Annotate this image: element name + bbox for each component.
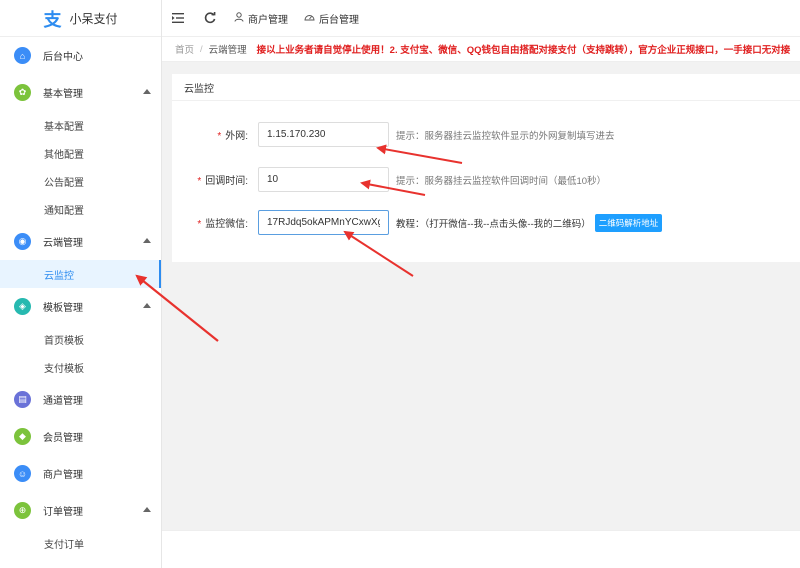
field-label: 回调时间: xyxy=(205,176,248,187)
panel-title: 云监控 xyxy=(172,74,800,101)
home-icon: ⌂ xyxy=(14,47,31,64)
sidebar-subitem-cloud-monitor[interactable]: 云监控 xyxy=(0,260,161,288)
user-icon xyxy=(234,11,244,25)
breadcrumb-home[interactable]: 首页 xyxy=(175,42,194,56)
sidebar-subitem-notice-config[interactable]: 公告配置 xyxy=(0,167,161,195)
sidebar-item-label: 模板管理 xyxy=(43,303,83,314)
sidebar-subitem-basic-config[interactable]: 基本配置 xyxy=(0,111,161,139)
user-icon: ☺ xyxy=(14,465,31,482)
cart-icon: ⊕ xyxy=(14,502,31,519)
field-hint: 教程：（打开微信--我--点击头像--我的二维码） xyxy=(396,218,591,230)
tab-merchant[interactable]: 商户管理 xyxy=(226,0,296,37)
required-mark: * xyxy=(197,219,202,230)
cloud-monitor-panel: 云监控 *外网: 提示：服务器挂云监控软件显示的外网复制填写进去 *回调时间: … xyxy=(172,74,800,262)
sidebar-item-channel[interactable]: ▤ 通道管理 xyxy=(0,381,161,418)
top-bar: 商户管理 后台管理 xyxy=(162,0,800,37)
sidebar: 支 小呆支付 ⌂ 后台中心 ✿ 基本管理 基本配置 其他配置 公告配置 通知配置… xyxy=(0,0,162,568)
dashboard-icon xyxy=(304,12,315,25)
diamond-icon: ◆ xyxy=(14,428,31,445)
qr-parse-button[interactable]: 二维码解析地址 xyxy=(594,213,663,232)
field-label: 监控微信: xyxy=(205,219,248,230)
callback-time-input[interactable] xyxy=(258,167,389,192)
sidebar-item-merchant[interactable]: ☺ 商户管理 xyxy=(0,455,161,492)
menu-fold-icon[interactable] xyxy=(162,0,194,37)
breadcrumb: 首页 / 云端管理 接以上业务者请自觉停止使用！2. 支付宝、微信、QQ钱包自由… xyxy=(162,37,800,62)
tab-label: 后台管理 xyxy=(319,14,359,26)
extranet-input[interactable] xyxy=(258,122,389,147)
main-content: 云监控 *外网: 提示：服务器挂云监控软件显示的外网复制填写进去 *回调时间: … xyxy=(162,62,800,530)
sidebar-subitem-pay-orders[interactable]: 支付订单 xyxy=(0,529,161,557)
caret-up-icon xyxy=(143,507,151,512)
sidebar-item-label: 后台中心 xyxy=(43,52,83,63)
sidebar-item-label: 通道管理 xyxy=(43,396,83,407)
refresh-icon[interactable] xyxy=(194,0,226,37)
cloud-icon: ◉ xyxy=(14,233,31,250)
field-label: 外网: xyxy=(225,131,248,142)
sidebar-item-label: 商户管理 xyxy=(43,470,83,481)
form-row-wechat: *监控微信: 教程：（打开微信--我--点击头像--我的二维码） 二维码解析地址 xyxy=(172,210,663,235)
sidebar-item-order[interactable]: ⊕ 订单管理 xyxy=(0,492,161,529)
sidebar-item-dashboard[interactable]: ⌂ 后台中心 xyxy=(0,37,161,74)
gear-icon: ✿ xyxy=(14,84,31,101)
layers-icon: ◈ xyxy=(14,298,31,315)
required-mark: * xyxy=(217,131,222,142)
caret-up-icon xyxy=(143,303,151,308)
sidebar-item-label: 会员管理 xyxy=(43,433,83,444)
sidebar-subitem-notify-config[interactable]: 通知配置 xyxy=(0,195,161,223)
field-hint: 提示：服务器挂云监控软件回调时间（最低10秒） xyxy=(396,175,607,187)
required-mark: * xyxy=(197,176,202,187)
sidebar-item-label: 基本管理 xyxy=(43,89,83,100)
footer-strip xyxy=(162,530,800,568)
form-row-extranet: *外网: 提示：服务器挂云监控软件显示的外网复制填写进去 xyxy=(172,122,615,147)
breadcrumb-separator: / xyxy=(200,43,203,55)
sidebar-subitem-home-template[interactable]: 首页模板 xyxy=(0,325,161,353)
tab-label: 商户管理 xyxy=(248,14,288,26)
field-hint: 提示：服务器挂云监控软件显示的外网复制填写进去 xyxy=(396,130,615,142)
sidebar-item-label: 云端管理 xyxy=(43,238,83,249)
sidebar-menu: ⌂ 后台中心 ✿ 基本管理 基本配置 其他配置 公告配置 通知配置 ◉ 云端管理… xyxy=(0,37,161,557)
sidebar-subitem-pay-template[interactable]: 支付模板 xyxy=(0,353,161,381)
channel-icon: ▤ xyxy=(14,391,31,408)
sidebar-item-cloud[interactable]: ◉ 云端管理 xyxy=(0,223,161,260)
form-row-callback: *回调时间: 提示：服务器挂云监控软件回调时间（最低10秒） xyxy=(172,167,606,192)
brand-name: 小呆支付 xyxy=(69,11,118,26)
notice-marquee: 接以上业务者请自觉停止使用！2. 支付宝、微信、QQ钱包自由搭配对接支付（支持跳… xyxy=(256,45,791,56)
tab-admin[interactable]: 后台管理 xyxy=(296,0,367,37)
sidebar-item-member[interactable]: ◆ 会员管理 xyxy=(0,418,161,455)
breadcrumb-current: 云端管理 xyxy=(208,45,247,56)
sidebar-item-label: 订单管理 xyxy=(43,507,83,518)
caret-up-icon xyxy=(143,89,151,94)
sidebar-item-basic[interactable]: ✿ 基本管理 xyxy=(0,74,161,111)
brand-logo[interactable]: 支 小呆支付 xyxy=(0,0,161,37)
monitor-wechat-input[interactable] xyxy=(258,210,389,235)
logo-icon: 支 xyxy=(43,10,62,31)
sidebar-item-template[interactable]: ◈ 模板管理 xyxy=(0,288,161,325)
caret-up-icon xyxy=(143,238,151,243)
sidebar-subitem-other-config[interactable]: 其他配置 xyxy=(0,139,161,167)
